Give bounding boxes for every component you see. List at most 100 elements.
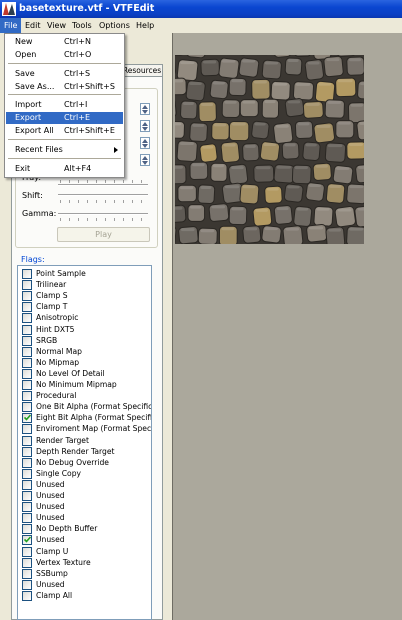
flag-checkbox[interactable] bbox=[22, 280, 32, 291]
flags-legend: Flags: bbox=[21, 255, 45, 264]
flag-row[interactable]: Clamp U bbox=[18, 546, 151, 557]
checkmark-icon bbox=[24, 414, 31, 421]
flag-checkbox[interactable] bbox=[22, 269, 32, 279]
spin-button-2[interactable] bbox=[140, 120, 150, 132]
flag-checkbox[interactable] bbox=[22, 391, 32, 402]
menu-item-recent-files[interactable]: Recent Files bbox=[6, 144, 123, 156]
flag-row[interactable]: No Minimum Mipmap bbox=[18, 379, 151, 390]
menu-tools[interactable]: Tools bbox=[68, 18, 96, 33]
shift-slider[interactable] bbox=[58, 194, 148, 196]
flag-row[interactable]: Procedural bbox=[18, 390, 151, 402]
flag-checkbox[interactable] bbox=[22, 368, 32, 379]
flag-row[interactable]: Single Copy bbox=[18, 468, 151, 479]
flag-row[interactable]: Clamp S bbox=[18, 290, 151, 302]
flag-row[interactable]: Anisotropic bbox=[18, 312, 151, 324]
gamma-slider[interactable] bbox=[58, 213, 148, 215]
flag-checkbox[interactable] bbox=[22, 435, 32, 446]
flag-checkbox[interactable] bbox=[22, 424, 32, 435]
menu-item-shortcut: Ctrl+E bbox=[64, 113, 90, 122]
flag-row[interactable]: SSBump bbox=[18, 568, 151, 579]
flag-row[interactable]: One Bit Alpha (Format Specific) bbox=[18, 401, 151, 413]
flag-checkbox[interactable] bbox=[22, 302, 32, 313]
menu-item-shortcut: Alt+F4 bbox=[64, 164, 92, 173]
flag-row[interactable]: Unused bbox=[18, 512, 151, 524]
flag-checkbox[interactable] bbox=[22, 402, 32, 413]
flag-checkbox[interactable] bbox=[22, 457, 32, 468]
menu-item-export-all[interactable]: Export All Ctrl+Shift+E bbox=[6, 125, 123, 137]
flag-row[interactable]: Eight Bit Alpha (Format Specific) bbox=[18, 412, 151, 424]
menu-item-open[interactable]: Open Ctrl+O bbox=[6, 49, 123, 61]
flag-checkbox[interactable] bbox=[22, 502, 32, 513]
flag-checkbox[interactable] bbox=[22, 568, 32, 579]
flag-checkbox[interactable] bbox=[22, 491, 32, 501]
submenu-arrow-icon bbox=[114, 147, 118, 153]
spin-button-3[interactable] bbox=[140, 137, 150, 149]
menu-item-shortcut: Ctrl+Shift+E bbox=[64, 126, 115, 135]
flag-row[interactable]: Vertex Texture bbox=[18, 557, 151, 568]
spin-up-icon bbox=[142, 122, 148, 126]
window-title: basetexture.vtf - VTFEdit bbox=[19, 3, 155, 14]
flag-checkbox[interactable] bbox=[22, 313, 32, 324]
flag-row[interactable]: Depth Render Target bbox=[18, 446, 151, 457]
menu-view[interactable]: View bbox=[43, 18, 70, 33]
frame-slider[interactable] bbox=[58, 184, 148, 186]
spin-down-icon bbox=[142, 144, 148, 148]
flag-checkbox[interactable] bbox=[22, 413, 32, 424]
flag-row[interactable]: Trilinear bbox=[18, 279, 151, 291]
title-bar[interactable]: basetexture.vtf - VTFEdit bbox=[0, 0, 402, 18]
spin-button-1[interactable] bbox=[140, 103, 150, 115]
flag-row[interactable]: No Level Of Detail bbox=[18, 368, 151, 379]
flag-row[interactable]: Normal Map bbox=[18, 346, 151, 357]
flag-row[interactable]: Unused bbox=[18, 534, 151, 546]
flag-checkbox[interactable] bbox=[22, 535, 32, 546]
frame-slider-ticks bbox=[60, 180, 148, 183]
play-button[interactable]: Play bbox=[57, 227, 150, 242]
tab-resources[interactable]: Resources bbox=[121, 64, 163, 76]
flag-checkbox[interactable] bbox=[22, 479, 32, 490]
flag-row[interactable]: Unused bbox=[18, 490, 151, 501]
flag-checkbox[interactable] bbox=[22, 557, 32, 568]
menu-item-exit[interactable]: Exit Alt+F4 bbox=[6, 163, 123, 175]
flag-row[interactable]: Unused bbox=[18, 579, 151, 590]
flag-checkbox[interactable] bbox=[22, 446, 32, 457]
flag-label: Clamp All bbox=[36, 590, 73, 600]
flag-row[interactable]: Unused bbox=[18, 501, 151, 513]
menu-item-export[interactable]: Export Ctrl+E bbox=[6, 112, 123, 124]
flag-row[interactable]: Clamp T bbox=[18, 301, 151, 313]
menu-item-import[interactable]: Import Ctrl+I bbox=[6, 99, 123, 111]
menu-options[interactable]: Options bbox=[95, 18, 134, 33]
flag-checkbox[interactable] bbox=[22, 346, 32, 357]
flag-row[interactable]: SRGB bbox=[18, 335, 151, 346]
flag-checkbox[interactable] bbox=[22, 324, 32, 335]
flag-checkbox[interactable] bbox=[22, 380, 32, 390]
flag-row[interactable]: Point Sample bbox=[18, 268, 151, 279]
menu-item-new[interactable]: New Ctrl+N bbox=[6, 36, 123, 48]
menu-separator bbox=[8, 63, 121, 64]
flag-checkbox[interactable] bbox=[22, 590, 32, 601]
flag-checkbox[interactable] bbox=[22, 579, 32, 590]
flag-checkbox[interactable] bbox=[22, 524, 32, 535]
menu-separator bbox=[8, 139, 121, 140]
flag-row[interactable]: Hint DXT5 bbox=[18, 324, 151, 335]
flag-row[interactable]: No Mipmap bbox=[18, 357, 151, 368]
flag-checkbox[interactable] bbox=[22, 291, 32, 302]
menu-help[interactable]: Help bbox=[132, 18, 158, 33]
flag-checkbox[interactable] bbox=[22, 468, 32, 479]
flag-row[interactable]: Clamp All bbox=[18, 590, 151, 601]
menu-item-save[interactable]: Save Ctrl+S bbox=[6, 68, 123, 80]
flag-row[interactable]: Render Target bbox=[18, 435, 151, 446]
flag-row[interactable]: Enviroment Map (Format Specific) bbox=[18, 423, 151, 435]
file-menu-dropdown: New Ctrl+N Open Ctrl+O Save Ctrl+S Save As... C… bbox=[4, 33, 125, 178]
flag-row[interactable]: No Debug Override bbox=[18, 457, 151, 468]
flag-checkbox[interactable] bbox=[22, 335, 32, 346]
flag-checkbox[interactable] bbox=[22, 546, 32, 557]
spin-button-4[interactable] bbox=[140, 154, 150, 166]
flag-checkbox[interactable] bbox=[22, 357, 32, 368]
flag-checkbox[interactable] bbox=[22, 513, 32, 524]
flag-row[interactable]: No Depth Buffer bbox=[18, 523, 151, 535]
menu-item-save-as[interactable]: Save As... Ctrl+Shift+S bbox=[6, 81, 123, 93]
menu-file[interactable]: File bbox=[0, 18, 22, 33]
spin-up-icon bbox=[142, 156, 148, 160]
menu-edit[interactable]: Edit bbox=[21, 18, 45, 33]
flag-row[interactable]: Unused bbox=[18, 479, 151, 490]
